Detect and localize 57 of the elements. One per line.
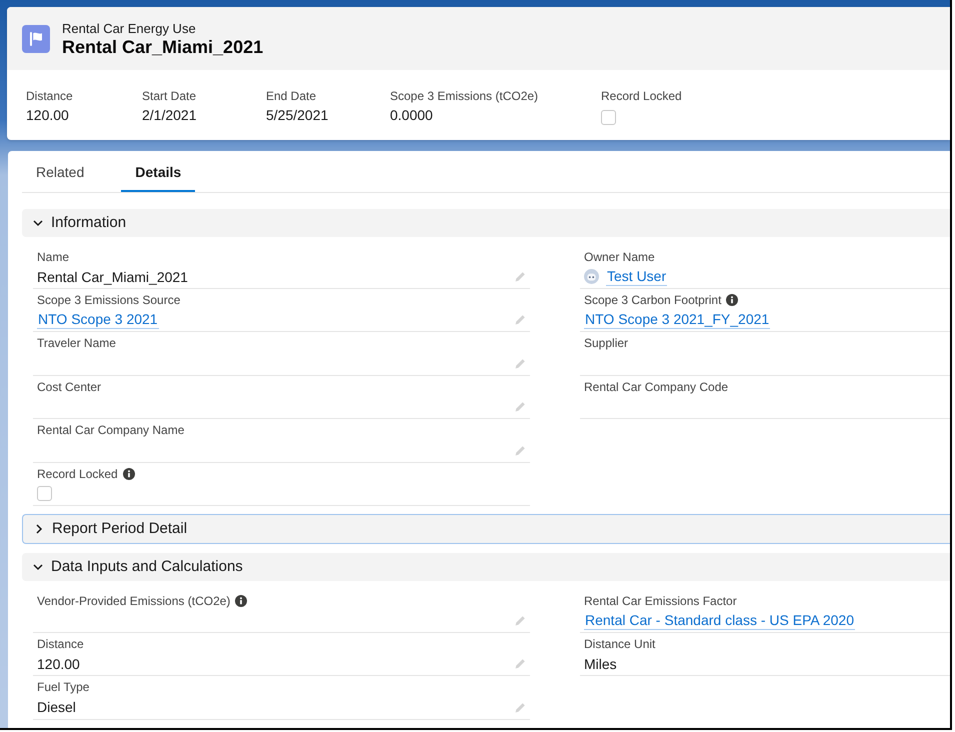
info-icon[interactable]: [122, 468, 135, 480]
highlight-value: 2/1/2021: [142, 106, 196, 125]
section-header[interactable]: Information: [22, 209, 950, 237]
field-label: Distance: [37, 636, 84, 651]
highlight-label: Start Date: [142, 89, 198, 103]
highlight-label: Distance: [26, 89, 74, 103]
record-title: Rental Car_Miami_2021: [62, 36, 264, 56]
field-label: Owner Name: [584, 250, 655, 264]
pencil-icon[interactable]: [515, 314, 526, 326]
section-header[interactable]: Data Inputs and Calculations: [22, 552, 950, 581]
record-link[interactable]: NTO Scope 3 2021: [37, 310, 159, 330]
pencil-icon[interactable]: [515, 615, 526, 626]
tab[interactable]: Details: [121, 151, 196, 192]
pencil-icon[interactable]: [515, 702, 526, 713]
field-value: Diesel: [37, 698, 76, 718]
field-label: Name: [37, 250, 70, 264]
avatar-icon: [584, 269, 599, 284]
field-label: Vendor-Provided Emissions (tCO2e): [37, 594, 230, 608]
chevron-down-icon: [33, 562, 43, 572]
highlight-value: 0.0000: [390, 106, 433, 125]
pencil-icon[interactable]: [515, 401, 526, 412]
field-label: Rental Car Company Code: [584, 380, 728, 394]
pencil-icon[interactable]: [515, 444, 526, 456]
chevron-down-icon: [33, 218, 43, 228]
checkbox[interactable]: [601, 110, 616, 124]
field-value: 120.00: [37, 654, 80, 674]
field-label: Scope 3 Emissions Source: [37, 292, 180, 307]
flag-icon: [22, 24, 50, 52]
chevron-right-icon: [34, 524, 44, 534]
field-label: Fuel Type: [37, 680, 90, 694]
highlight-label: End Date: [266, 89, 318, 103]
field-label: Traveler Name: [37, 336, 116, 350]
highlight-value: 5/25/2021: [266, 106, 328, 125]
field-label: Record Locked: [37, 466, 118, 481]
field-label: Cost Center: [37, 380, 102, 394]
pencil-icon[interactable]: [515, 658, 526, 670]
highlight-label: Record Locked: [601, 89, 683, 103]
field-label: Distance Unit: [584, 636, 656, 651]
field-label: Scope 3 Carbon Footprint: [584, 292, 722, 307]
record-link[interactable]: Test User: [606, 267, 668, 286]
info-icon[interactable]: [235, 594, 248, 607]
field-label: Rental Car Emissions Factor: [584, 594, 737, 608]
highlight-label: Scope 3 Emissions (tCO2e): [390, 89, 540, 103]
pencil-icon[interactable]: [515, 271, 526, 282]
tab[interactable]: Related: [22, 151, 98, 192]
record-link[interactable]: Rental Car - Standard class - US EPA 2020: [584, 611, 855, 630]
record-link[interactable]: NTO Scope 3 2021_FY_2021: [584, 310, 770, 330]
field-value: Miles: [584, 654, 617, 674]
pencil-icon[interactable]: [515, 358, 526, 369]
field-value: Rental Car_Miami_2021: [37, 268, 188, 287]
highlight-value: 120.00: [26, 106, 69, 125]
object-type-label: Rental Car Energy Use: [62, 20, 197, 36]
checkbox[interactable]: [37, 486, 52, 502]
field-label: Rental Car Company Name: [37, 423, 184, 438]
section-header[interactable]: Report Period Detail: [22, 514, 950, 544]
field-label: Supplier: [584, 336, 628, 350]
info-icon[interactable]: [726, 294, 738, 306]
